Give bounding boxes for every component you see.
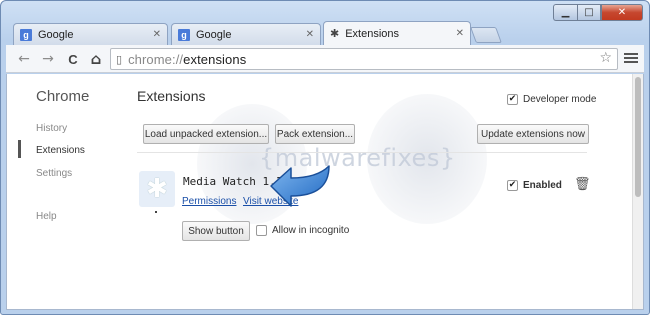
new-tab-button[interactable]: [470, 27, 502, 43]
bookmark-star-icon[interactable]: ☆: [599, 50, 612, 66]
menu-icon[interactable]: [624, 51, 638, 65]
enabled-label: Enabled: [523, 180, 562, 191]
page-title: Extensions: [137, 88, 206, 104]
show-button[interactable]: Show button: [182, 221, 250, 241]
tab-label: Extensions: [345, 27, 400, 40]
developer-mode-checkbox[interactable]: ✔: [507, 94, 518, 105]
sidebar-item-extensions[interactable]: Extensions: [36, 145, 85, 156]
page-icon: ▯: [116, 52, 123, 66]
allow-incognito-toggle[interactable]: Allow in incognito: [256, 225, 349, 236]
developer-mode-label: Developer mode: [523, 94, 597, 105]
sidebar-title: Chrome: [36, 88, 90, 105]
sidebar-item-settings[interactable]: Settings: [36, 168, 72, 179]
permissions-link[interactable]: Permissions: [182, 196, 236, 207]
pack-extension-button[interactable]: Pack extension...: [275, 124, 355, 144]
browser-window: ▁ □ ✕ g Google ✕ g Google ✕ ✱ Extensions…: [0, 0, 650, 315]
extension-icon-dot: [155, 211, 157, 213]
url-path: extensions: [183, 51, 247, 67]
window-controls: ▁ □ ✕: [553, 4, 643, 21]
scrollbar-thumb[interactable]: [635, 77, 641, 197]
sidebar-item-help[interactable]: Help: [36, 211, 57, 222]
developer-mode-toggle[interactable]: ✔ Developer mode: [507, 94, 596, 105]
close-window-button[interactable]: ✕: [601, 4, 643, 21]
vertical-scrollbar[interactable]: [632, 74, 643, 309]
incognito-checkbox[interactable]: [256, 225, 267, 236]
close-tab-icon[interactable]: ✕: [153, 29, 161, 40]
active-nav-marker: [18, 140, 21, 158]
extension-puzzle-icon: ✱: [139, 171, 175, 207]
tab-label: Google: [38, 28, 74, 41]
sidebar-item-history[interactable]: History: [36, 123, 67, 134]
browser-toolbar: ← → C ⌂ ▯ chrome://extensions ☆: [6, 45, 644, 73]
google-favicon-icon: g: [178, 28, 190, 41]
enabled-checkbox[interactable]: ✔: [507, 180, 518, 191]
incognito-label: Allow in incognito: [272, 225, 350, 236]
load-unpacked-extension-button[interactable]: Load unpacked extension...: [143, 124, 269, 144]
blue-arrow-icon: [270, 165, 330, 207]
enabled-toggle[interactable]: ✔ Enabled: [507, 180, 562, 191]
forward-arrow-icon[interactable]: →: [38, 49, 58, 69]
maximize-button[interactable]: □: [577, 4, 601, 21]
close-tab-icon[interactable]: ✕: [306, 29, 314, 40]
extension-name: Media Watch 1.1: [183, 175, 283, 188]
home-icon[interactable]: ⌂: [86, 49, 106, 69]
divider: [137, 152, 587, 153]
tab-google-1[interactable]: g Google ✕: [13, 23, 168, 45]
page-content: {malwarefixes} Chrome History Extensions…: [6, 74, 644, 310]
tab-label: Google: [196, 28, 232, 41]
update-extensions-button[interactable]: Update extensions now: [477, 124, 589, 144]
close-tab-icon[interactable]: ✕: [456, 28, 464, 39]
reload-icon[interactable]: C: [63, 49, 83, 69]
address-bar[interactable]: ▯ chrome://extensions ☆: [110, 48, 618, 70]
trash-icon[interactable]: 🗑: [574, 177, 591, 192]
tab-extensions[interactable]: ✱ Extensions ✕: [323, 21, 471, 45]
google-favicon-icon: g: [20, 28, 32, 41]
url-text: chrome://extensions: [128, 52, 246, 67]
back-arrow-icon[interactable]: ←: [14, 49, 34, 69]
puzzle-icon: ✱: [330, 27, 340, 40]
url-scheme: chrome://: [128, 51, 184, 67]
minimize-button[interactable]: ▁: [553, 4, 577, 21]
tab-google-2[interactable]: g Google ✕: [171, 23, 321, 45]
